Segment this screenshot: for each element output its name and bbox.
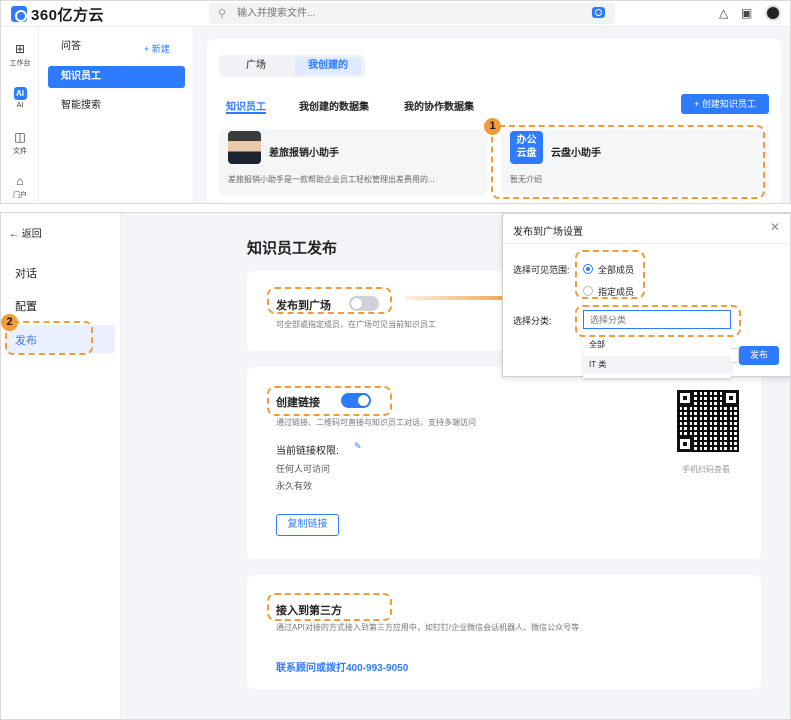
divider: [731, 348, 739, 363]
app-rail: ⊞ 工作台 AI AI ◫ 文件 ⌂ 门户: [1, 27, 39, 203]
highlight-box: [491, 125, 765, 199]
rail-item-ai[interactable]: AI AI: [1, 87, 39, 109]
left-nav: ← 返回 对话 配置 发布: [1, 213, 121, 719]
back-arrow-icon: ←: [9, 229, 19, 240]
edit-icon[interactable]: ✎: [354, 441, 362, 452]
copy-link-button[interactable]: 复制链接: [276, 514, 339, 536]
step-badge: 2: [1, 314, 18, 331]
segmented-control: 广场 我创建的: [219, 55, 365, 77]
publish-button[interactable]: 发布: [739, 346, 779, 365]
rail-label: 文件: [13, 148, 27, 155]
top-bar: 360亿方云 ⚲ △ ▣: [1, 1, 790, 27]
nav-item-config[interactable]: 配置: [15, 298, 37, 314]
sidebar-item-knowledge-staff[interactable]: 知识员工: [48, 66, 185, 88]
qr-finder: [677, 436, 693, 452]
search-icon: ⚲: [218, 8, 227, 20]
category-dropdown: 全部 IT 类: [583, 334, 731, 378]
top-screenshot: 360亿方云 ⚲ △ ▣ ⊞ 工作台 AI AI ◫ 文件 ⌂ 门户 问答 + …: [0, 0, 791, 204]
highlight-box: [575, 250, 645, 299]
close-icon[interactable]: ✕: [770, 220, 780, 234]
nav-item-chat[interactable]: 对话: [15, 265, 37, 281]
rail-item-files[interactable]: ◫ 文件: [1, 131, 39, 156]
tab-collab-datasets[interactable]: 我的协作数据集: [404, 98, 474, 113]
ai-icon: AI: [13, 87, 27, 100]
card-desc: 差旅报销小助手是一款帮助企业员工轻松管理出差费用的...: [228, 175, 435, 184]
search-bar[interactable]: ⚲: [209, 3, 615, 24]
qr-finder: [723, 390, 739, 406]
highlight-box: [5, 321, 93, 355]
side-panel: 问答 + 新建 知识员工 智能搜索: [39, 27, 194, 203]
qr-finder: [677, 390, 693, 406]
rail-label: 门户: [13, 192, 27, 199]
avatar: [228, 131, 261, 164]
user-avatar[interactable]: [765, 5, 781, 21]
publish-desc: 可全部或指定成员，在广场可见当前知识员工: [276, 320, 436, 329]
back-link[interactable]: ← 返回: [9, 225, 42, 240]
highlight-box: [575, 305, 741, 337]
scope-label: 选择可见范围:: [513, 265, 570, 275]
brand-name: 360亿方云: [31, 6, 105, 24]
dialog-title: 发布到广场设置: [513, 227, 583, 238]
rail-item-workbench[interactable]: ⊞ 工作台: [1, 43, 39, 68]
highlight-box: [267, 593, 392, 621]
back-label: 返回: [21, 229, 42, 240]
tab-my-datasets[interactable]: 我创建的数据集: [299, 98, 369, 113]
category-option[interactable]: 全部: [583, 336, 731, 354]
third-party-desc: 通过API对接的方式接入到第三方应用中，如钉钉/企业微信会话机器人、微信公众号等: [276, 623, 580, 632]
rail-label: 工作台: [9, 60, 31, 67]
active-tab-indicator: [226, 112, 266, 114]
permission-value: 永久有效: [276, 481, 313, 491]
highlight-box: [267, 386, 392, 416]
contact-link[interactable]: 联系顾问或拨打400-993-9050: [276, 659, 408, 674]
rail-label: AI: [16, 102, 24, 109]
rail-item-portal[interactable]: ⌂ 门户: [1, 175, 39, 200]
segment-mine[interactable]: 我创建的: [295, 57, 361, 75]
page-title: 知识员工发布: [247, 240, 338, 257]
search-input[interactable]: [237, 6, 567, 21]
portal-icon: ⌂: [16, 174, 24, 188]
bottom-screenshot: ← 返回 对话 配置 发布 2 知识员工发布 发布到广场 可全部或指定成员，在广…: [0, 212, 791, 720]
grid-icon: ⊞: [14, 42, 26, 56]
new-button[interactable]: + 新建: [144, 42, 170, 55]
scan-hint: 手机扫码查看: [682, 465, 730, 474]
camera-icon[interactable]: [592, 7, 605, 18]
divider: [503, 243, 790, 244]
segment-square[interactable]: 广场: [223, 57, 289, 75]
create-staff-button[interactable]: + 创建知识员工: [681, 94, 769, 114]
category-option[interactable]: IT 类: [583, 356, 731, 374]
tab-knowledge-staff[interactable]: 知识员工: [226, 98, 266, 113]
staff-card[interactable]: 差旅报销小助手 差旅报销小助手是一款帮助企业员工轻松管理出差费用的...: [219, 129, 487, 195]
brand-logo-icon: [11, 6, 27, 22]
link-desc: 通过链接、二维码可直接与知识员工对话，支持多端访问: [276, 418, 476, 427]
step-badge: 1: [484, 118, 501, 135]
device-icon[interactable]: ▣: [741, 6, 752, 20]
card-title: 差旅报销小助手: [269, 148, 339, 159]
sidebar-item-smart-search[interactable]: 智能搜索: [48, 95, 185, 117]
qr-code: [677, 390, 739, 452]
cube-icon[interactable]: △: [719, 6, 728, 20]
publish-settings-dialog: 发布到广场设置 ✕ 选择可见范围: 全部成员 指定成员 选择分类: 全部 IT …: [502, 213, 790, 378]
folder-icon: ◫: [14, 130, 26, 144]
permission-value: 任何人可访问: [276, 464, 331, 474]
link-permission-label: 当前链接权限:: [276, 446, 339, 457]
highlight-box: [267, 287, 392, 314]
category-label: 选择分类:: [513, 316, 552, 326]
brand-logo[interactable]: 360亿方云: [11, 5, 105, 24]
